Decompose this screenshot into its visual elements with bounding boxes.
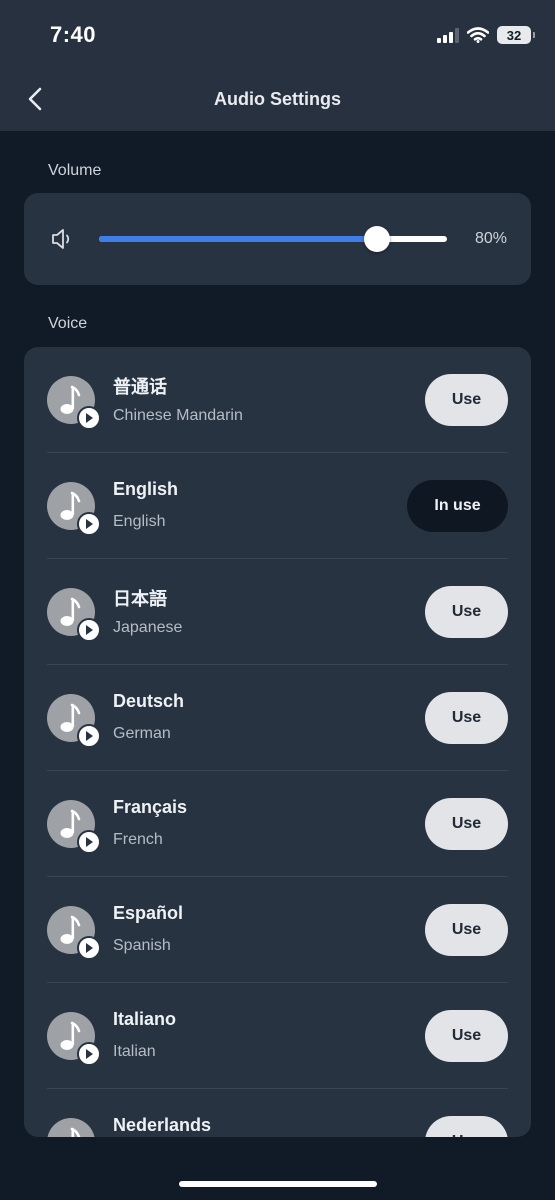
use-button[interactable]: Use (425, 374, 508, 426)
voice-subtitle: German (113, 725, 171, 742)
voice-list-item[interactable]: 普通话 Chinese Mandarin Use (47, 347, 508, 453)
speaker-icon (52, 229, 70, 249)
battery-icon: 32 (497, 26, 535, 44)
play-icon[interactable] (77, 830, 101, 854)
use-button[interactable]: Use (425, 904, 508, 956)
use-button[interactable]: Use (425, 798, 508, 850)
voice-list-item[interactable]: Nederlands Use (47, 1089, 508, 1137)
volume-slider[interactable] (99, 226, 447, 252)
volume-slider-fill (99, 236, 378, 242)
volume-slider-thumb[interactable] (364, 226, 391, 252)
play-icon[interactable] (77, 512, 101, 536)
voice-name: Français (113, 797, 188, 817)
voice-subtitle: Japanese (113, 619, 183, 636)
voice-list-item[interactable]: 日本語 Japanese Use (47, 559, 508, 665)
voice-list-item[interactable]: Français French Use (47, 771, 508, 877)
voice-subtitle: Italian (113, 1043, 156, 1060)
top-header: 7:40 32 Audio Settings (0, 0, 555, 131)
volume-section-label: Volume (48, 162, 102, 179)
voice-subtitle: French (113, 831, 163, 848)
voice-avatar[interactable] (47, 906, 101, 960)
voice-section-label: Voice (48, 315, 88, 332)
home-indicator[interactable] (179, 1181, 377, 1187)
play-icon[interactable] (77, 406, 101, 430)
voice-subtitle: English (113, 513, 166, 530)
status-icons: 32 (437, 24, 535, 46)
use-button[interactable]: Use (425, 586, 508, 638)
voice-list: 普通话 Chinese Mandarin Use English English In u… (24, 347, 531, 1137)
use-button[interactable]: Use (425, 1010, 508, 1062)
voice-name: 普通话 (113, 377, 167, 397)
voice-avatar[interactable] (47, 376, 101, 430)
use-button[interactable]: Use (425, 1116, 508, 1137)
voice-subtitle: Chinese Mandarin (113, 407, 243, 424)
voice-avatar[interactable] (47, 588, 101, 642)
use-button[interactable]: Use (425, 692, 508, 744)
page-title: Audio Settings (214, 89, 341, 109)
voice-name: Deutsch (113, 691, 185, 711)
volume-card: 80% (24, 193, 531, 285)
voice-avatar[interactable] (47, 800, 101, 854)
voice-list-item[interactable]: Italiano Italian Use (47, 983, 508, 1089)
battery-level: 32 (506, 27, 522, 43)
voice-name: English (113, 479, 179, 499)
in-use-button[interactable]: In use (407, 480, 508, 532)
voice-avatar[interactable] (47, 694, 101, 748)
voice-avatar[interactable] (47, 1012, 101, 1066)
play-icon[interactable] (77, 1042, 101, 1066)
voice-name: 日本語 (113, 589, 167, 609)
play-icon[interactable] (77, 936, 101, 960)
music-note-icon (70, 1127, 81, 1137)
voice-subtitle: Spanish (113, 937, 171, 954)
volume-value: 80% (474, 230, 507, 247)
voice-name: Nederlands (113, 1115, 212, 1135)
voice-avatar[interactable] (47, 1118, 95, 1137)
voice-name: Italiano (113, 1009, 177, 1029)
cellular-signal-icon (437, 27, 459, 43)
voice-avatar[interactable] (47, 482, 101, 536)
wifi-icon (467, 27, 489, 43)
voice-name: Español (113, 903, 184, 923)
status-time: 7:40 (50, 22, 97, 47)
voice-list-item[interactable]: Deutsch German Use (47, 665, 508, 771)
voice-list-item[interactable]: Español Spanish Use (47, 877, 508, 983)
play-icon[interactable] (77, 724, 101, 748)
voice-list-item[interactable]: English English In use (47, 453, 508, 559)
play-icon[interactable] (77, 618, 101, 642)
